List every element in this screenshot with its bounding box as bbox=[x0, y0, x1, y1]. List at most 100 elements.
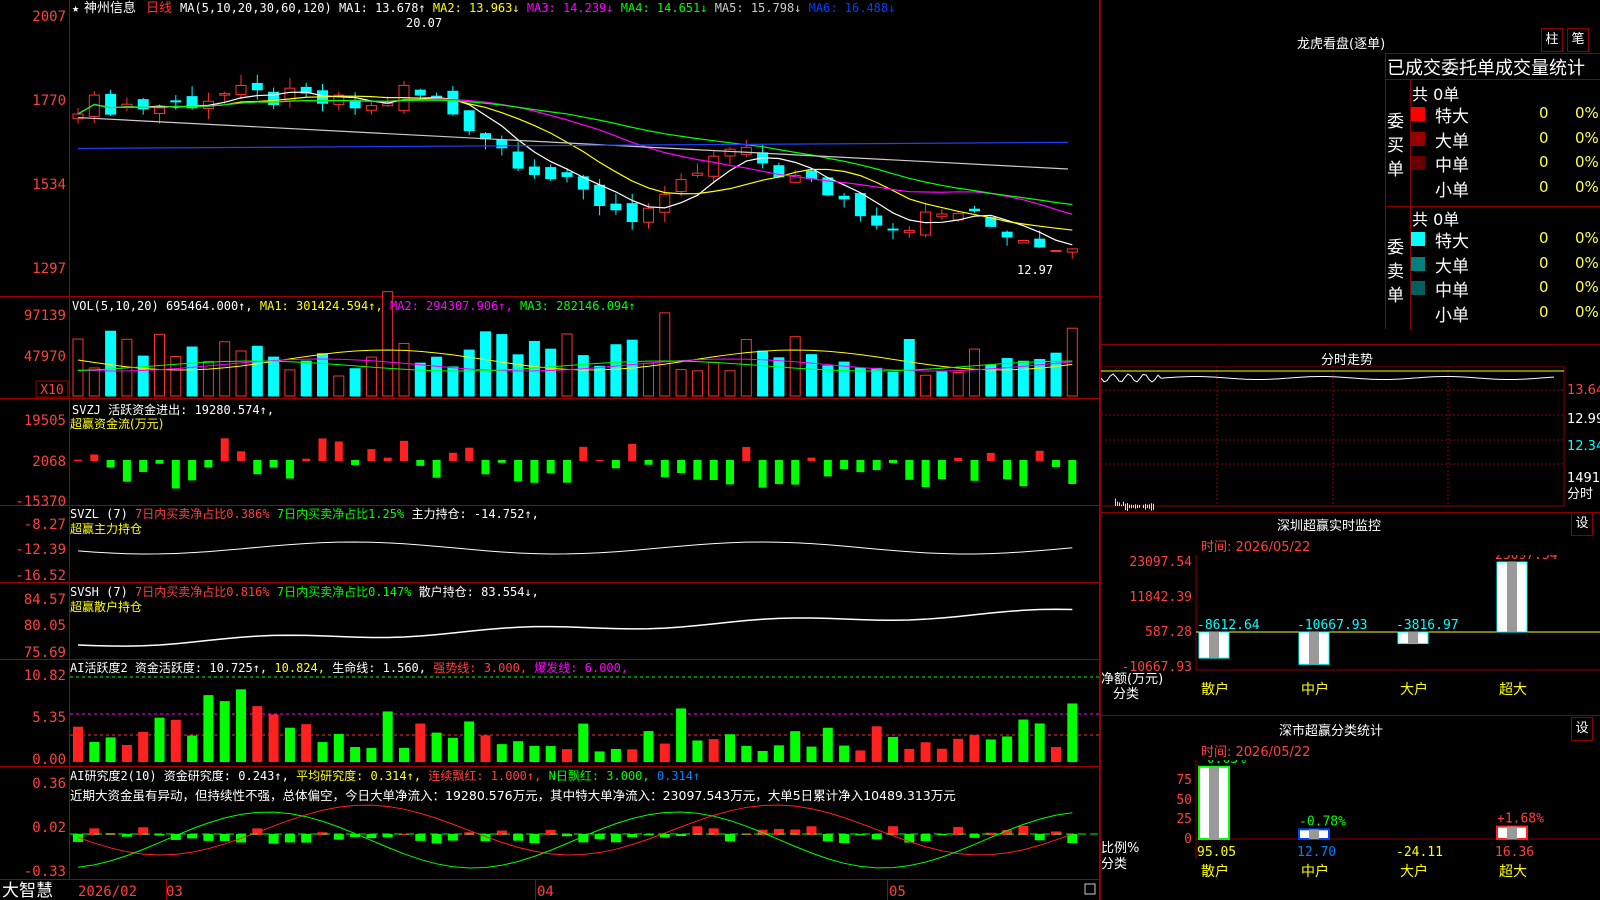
ai-research-legend-item-1: 平均研究度: 0.314↑, bbox=[296, 768, 421, 783]
candle[interactable] bbox=[806, 170, 817, 180]
fund-flow-bar bbox=[954, 457, 963, 461]
svzl-ytick-1: -12.39 bbox=[15, 542, 66, 558]
volume-bar bbox=[202, 360, 214, 397]
class-category-3: 超大 bbox=[1499, 864, 1527, 880]
candle[interactable] bbox=[365, 105, 377, 111]
class-unit: 比例% bbox=[1101, 841, 1139, 856]
candle[interactable] bbox=[219, 93, 231, 96]
candle[interactable] bbox=[626, 203, 638, 223]
svzl-legend: SVZL (7) 7日内买卖净占比0.386% 7日内买卖净占比1.25% 主力… bbox=[70, 506, 539, 521]
candle[interactable] bbox=[1017, 240, 1029, 244]
candle[interactable] bbox=[887, 228, 899, 231]
activity-bar bbox=[366, 747, 377, 762]
activity-bar bbox=[154, 717, 165, 762]
activity-bar bbox=[236, 689, 246, 762]
ai-research-ytick-2: -0.33 bbox=[24, 864, 66, 880]
lock-icon[interactable] bbox=[1084, 883, 1096, 895]
zhu-button[interactable]: 柱 bbox=[1541, 28, 1563, 52]
volume-bar bbox=[170, 355, 182, 397]
candle[interactable] bbox=[675, 179, 687, 192]
fund-flow-bar bbox=[677, 460, 686, 474]
intraday-price-line bbox=[1101, 373, 1555, 383]
intraday-chart[interactable]: 13.64 12.99 12.34 14918分时 bbox=[1101, 366, 1600, 512]
volume-bar bbox=[838, 361, 850, 397]
activity-bar bbox=[741, 745, 752, 762]
candle[interactable] bbox=[610, 203, 622, 211]
activity-bar bbox=[252, 706, 263, 762]
bi-button[interactable]: 笔 bbox=[1567, 28, 1589, 52]
svzl-ytick-0: -8.27 bbox=[24, 517, 66, 533]
volume-bar bbox=[659, 312, 671, 397]
candle[interactable] bbox=[528, 166, 540, 175]
activity-bar bbox=[170, 719, 181, 762]
candle[interactable] bbox=[1050, 250, 1062, 253]
volume-bar bbox=[724, 370, 736, 397]
research-bar bbox=[268, 834, 279, 844]
activity-bar bbox=[464, 721, 475, 762]
ai-active-ytick-0: 10.82 bbox=[24, 668, 66, 684]
volume-bar bbox=[1050, 352, 1062, 397]
row-percent: 0% bbox=[1575, 104, 1599, 122]
ai-research-legend-item-0: AI研究度2(10) 资金研究度: 0.243↑, bbox=[70, 768, 289, 783]
activity-bar bbox=[871, 726, 882, 762]
sz-monitor-settings-button[interactable]: 设 bbox=[1571, 512, 1593, 536]
row-percent: 0% bbox=[1575, 302, 1599, 321]
candle[interactable] bbox=[920, 211, 932, 236]
candle[interactable] bbox=[838, 195, 850, 200]
candle[interactable] bbox=[170, 100, 182, 103]
candle[interactable] bbox=[512, 151, 524, 169]
candle[interactable] bbox=[724, 148, 736, 157]
candle[interactable] bbox=[382, 103, 394, 107]
vol-legend-item-0: VOL(5,10,20) bbox=[72, 299, 159, 313]
research-bar bbox=[610, 834, 621, 843]
candle[interactable] bbox=[447, 90, 459, 115]
candle[interactable] bbox=[659, 193, 671, 213]
candle[interactable] bbox=[969, 208, 980, 212]
candle[interactable] bbox=[643, 207, 654, 223]
candle[interactable] bbox=[903, 229, 915, 234]
legend-swatch bbox=[1411, 131, 1425, 146]
candle[interactable] bbox=[414, 89, 426, 96]
class-category-0: 散户 bbox=[1201, 863, 1229, 880]
candle[interactable] bbox=[691, 172, 703, 176]
fund-flow-bar bbox=[693, 460, 702, 480]
candle[interactable] bbox=[545, 167, 557, 180]
volume-bar bbox=[610, 344, 622, 397]
period-label[interactable]: 日线 bbox=[146, 1, 172, 16]
candle[interactable] bbox=[871, 215, 883, 226]
candle[interactable] bbox=[496, 139, 508, 149]
candle[interactable] bbox=[594, 184, 606, 207]
svsh-ytick-2: 75.69 bbox=[24, 645, 66, 661]
volume-bar bbox=[952, 372, 964, 397]
sz-class-settings-button[interactable]: 设 bbox=[1571, 717, 1593, 741]
fund-flow-bar bbox=[155, 460, 164, 464]
candle[interactable] bbox=[1034, 238, 1046, 248]
row-label: 中单 bbox=[1435, 281, 1469, 301]
fund-flow-bar bbox=[302, 458, 311, 461]
fund-flow-bar bbox=[351, 460, 360, 465]
vol-unit[interactable]: X10 bbox=[40, 383, 63, 398]
candle[interactable] bbox=[154, 107, 165, 114]
main-chart-area[interactable]: ★ 神州信息 日线 MA(5,10,20,30,60,120) MA1: 13.… bbox=[0, 0, 1100, 900]
candle[interactable] bbox=[235, 84, 247, 96]
candle[interactable] bbox=[1001, 231, 1013, 238]
activity-bar bbox=[317, 742, 328, 762]
fund-flow-bar bbox=[106, 460, 115, 468]
candle[interactable] bbox=[854, 193, 866, 217]
candle[interactable] bbox=[936, 213, 948, 218]
row-count: 0 bbox=[1539, 128, 1549, 147]
stock-name[interactable]: 神州信息 bbox=[84, 0, 136, 16]
retail-line bbox=[77, 608, 1073, 647]
candle[interactable] bbox=[463, 110, 475, 132]
candle[interactable] bbox=[251, 82, 263, 91]
candle[interactable] bbox=[1066, 248, 1078, 253]
volume-bar bbox=[365, 356, 377, 397]
activity-bar bbox=[953, 738, 964, 762]
candle[interactable] bbox=[740, 146, 752, 155]
candle[interactable] bbox=[105, 94, 117, 115]
research-bar bbox=[415, 834, 426, 841]
candle[interactable] bbox=[561, 172, 573, 177]
candle[interactable] bbox=[708, 155, 720, 177]
activity-bar bbox=[904, 748, 915, 762]
row-count: 0 bbox=[1539, 104, 1549, 122]
